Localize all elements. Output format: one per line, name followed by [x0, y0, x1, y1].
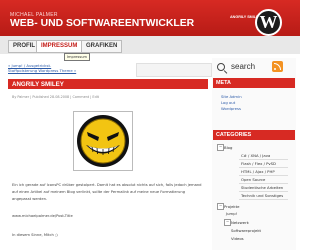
meta-link-site-admin[interactable]: Site Admin [221, 94, 242, 99]
category-item[interactable]: Open Source [241, 177, 265, 182]
category-projekte[interactable]: Projekte [224, 204, 239, 209]
post-paragraph: angepasst werden. [12, 197, 48, 201]
category-item[interactable]: C# / XNA / Java [241, 153, 270, 158]
tree-collapse-icon[interactable]: − [217, 144, 224, 151]
categories-widget-title: CATEGORIES [213, 130, 295, 140]
tab-grafiken[interactable]: GRAFIKEN [81, 40, 123, 53]
tab-tooltip: Impressum [64, 53, 90, 61]
post-permalink-example: www.michaelpalmer.de/Post-Title [12, 214, 73, 218]
post-title[interactable]: ANGRILY SMILEY [12, 81, 64, 88]
search-icon[interactable] [217, 63, 225, 71]
category-item[interactable]: Netzwerk [231, 220, 249, 225]
next-post-link[interactable]: Stoffpolsterung Wordpress Theme » [8, 68, 76, 73]
category-item[interactable]: Videos [231, 236, 244, 241]
tab-impressum[interactable]: IMPRESSUM [36, 40, 83, 53]
category-blog[interactable]: Blog [224, 145, 232, 150]
rss-feed-icon[interactable] [272, 61, 283, 72]
tree-collapse-icon[interactable]: − [217, 203, 224, 210]
meta-link-wordpress[interactable]: Wordpress [221, 106, 241, 111]
category-item[interactable]: Flash / Flex / PvSD [241, 161, 276, 166]
post-meta: By Palmer | Published 28.08.2008 | Comme… [12, 95, 99, 99]
category-item[interactable]: Technik und Sonstiges [241, 193, 283, 198]
angry-smiley-icon [74, 112, 132, 170]
tree-collapse-icon[interactable]: − [224, 219, 231, 226]
site-title[interactable]: WEB- UND SOFTWAREENTWICKLER [10, 18, 194, 29]
post-signoff: In diesem Sinne, Mitch ;) [12, 233, 58, 237]
category-jump[interactable]: Jump! [226, 211, 237, 216]
category-item[interactable]: Softwareprojekt [231, 228, 261, 233]
search-label[interactable]: search [231, 62, 255, 71]
meta-widget-title: META [213, 78, 295, 88]
banner-placeholder [136, 63, 212, 77]
wordpress-logo-icon: W [255, 9, 282, 36]
category-item[interactable]: Studentische Arbeiten [241, 185, 283, 190]
category-item[interactable]: HTML / Ajax / PHP [241, 169, 275, 174]
meta-link-logout[interactable]: Log out [221, 100, 235, 105]
post-image [73, 111, 133, 171]
post-paragraph: auf einen Artikel auf meinem Blog verlin… [12, 190, 186, 194]
post-paragraph: Ein ich gerade auf IconsPC drüber gestol… [12, 183, 202, 187]
